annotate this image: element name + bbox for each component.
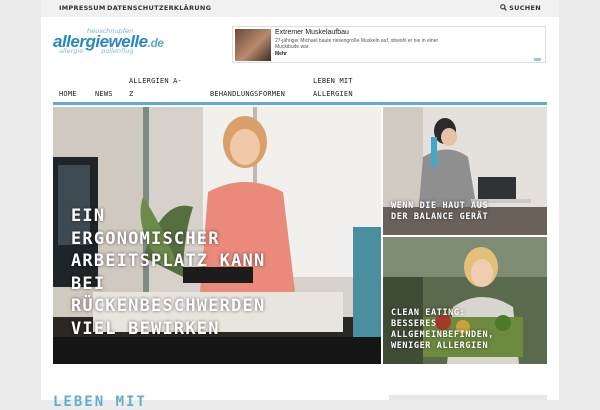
nav-label-line1: ALLERGIEN A- [129,77,182,85]
ad-banner[interactable]: Extremer Muskelaufbau 27-jähriger Michae… [232,26,546,63]
nav-item-behandlungsformen[interactable]: BEHANDLUNGSFORMEN [210,88,285,101]
nav-label: HOME [59,90,77,98]
nav-item-news[interactable]: NEWS [95,88,113,101]
title-line: BEI [71,273,106,294]
ad-more-link[interactable]: Mehr [275,51,287,57]
featured-main-article[interactable]: EIN ERGONOMISCHER ARBEITSPLATZ KANN BEI … [53,107,381,364]
featured-bottom-article[interactable]: CLEAN EATING: BESSERES ALLGEMEINBEFINDEN… [383,237,547,364]
ad-image[interactable] [235,29,271,61]
nav-label: NEWS [95,90,113,98]
title-line: ARBEITSPLATZ KANN [71,251,266,271]
nav-label: BEHANDLUNGSFORMEN [210,90,286,98]
nav-item-leben-mit-allergien[interactable]: LEBEN MIT ALLERGIEN [313,75,353,101]
nav-label-line2: ALLERGIEN [313,90,353,98]
sidebar-box [389,395,547,400]
logo-tld: .de [147,36,164,50]
ad-title[interactable]: Extremer Muskelaufbau [275,29,349,36]
title-line: EIN [71,206,106,226]
search-label: SUCHEN [509,4,541,12]
title-line: VIEL BEWIRKEN [71,318,220,339]
ad-text: 27-jähriger Michael baute riesengroße Mu… [275,38,439,50]
title-line: WENN DIE HAUT AUS [391,201,489,211]
ad-choices-icon[interactable] [534,58,541,61]
main-nav: HOME NEWS ALLERGIEN A- Z BEHANDLUNGSFORME… [53,74,547,102]
site-logo[interactable]: heuschnupfen allergiewelle.de allergie po… [53,27,188,57]
title-line: RÜCKENBESCHWERDEN [71,296,266,316]
title-line: ERGONOMISCHER [71,228,220,249]
nav-label-line2: Z [129,90,134,98]
search-icon [500,4,508,11]
nav-item-home[interactable]: HOME [59,88,77,101]
title-line: DER BALANCE GERÄT [391,212,489,222]
search-button[interactable]: SUCHEN [500,4,541,12]
section-heading: LEBEN MIT [53,394,147,410]
title-line: BESSERES [391,319,437,329]
logo-tagline-left: allergie [59,47,84,55]
logo-tagline-right: pollenflug [101,47,134,55]
nav-item-allergien-a-z[interactable]: ALLERGIEN A- Z [129,75,182,101]
nav-label-line1: LEBEN MIT [313,77,353,85]
featured-top-article[interactable]: WENN DIE HAUT AUS DER BALANCE GERÄT [383,107,547,235]
featured-main-title[interactable]: EIN ERGONOMISCHER ARBEITSPLATZ KANN BEI … [71,205,265,340]
featured-top-title[interactable]: WENN DIE HAUT AUS DER BALANCE GERÄT [391,201,488,223]
featured-bottom-title[interactable]: CLEAN EATING: BESSERES ALLGEMEINBEFINDEN… [391,308,494,352]
title-line: ALLGEMEINBEFINDEN, [391,330,494,340]
title-line: WENIGER ALLERGIEN [391,341,489,351]
privacy-link[interactable]: DATENSCHUTZERKLÄRUNG [107,4,211,12]
title-line: CLEAN EATING: [391,308,466,318]
logo-taglines: allergie pollenflug [59,47,133,55]
impressum-link[interactable]: IMPRESSUM [59,4,106,12]
top-bar: IMPRESSUM DATENSCHUTZERKLÄRUNG SUCHEN [41,0,559,17]
page: IMPRESSUM DATENSCHUTZERKLÄRUNG SUCHEN he… [41,0,559,410]
nav-underline [53,102,547,105]
